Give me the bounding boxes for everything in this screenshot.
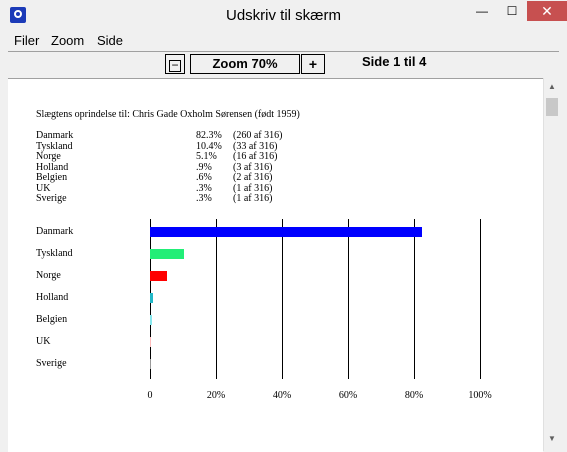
zoom-level-display: Zoom 70%: [190, 54, 300, 74]
stat-country: Norge: [36, 151, 61, 162]
category-label: UK: [36, 336, 51, 347]
menu-side[interactable]: Side: [97, 33, 123, 48]
menu-bar: Filer Zoom Side: [0, 31, 567, 51]
x-tick-label: 20%: [206, 390, 226, 401]
scroll-down-icon[interactable]: ▼: [544, 434, 560, 443]
gridline: [348, 219, 349, 379]
close-button[interactable]: ✕: [527, 1, 567, 21]
stat-country: Sverige: [36, 193, 67, 204]
stat-percent: .6%: [196, 172, 212, 183]
bar: [150, 227, 422, 237]
stat-percent: 82.3%: [196, 130, 222, 141]
origin-bar-chart: 0 20% 40% 60% 80% 100% Danmark Tyskland Norge Hol…: [8, 219, 543, 419]
bar: [150, 271, 167, 281]
scroll-thumb[interactable]: [546, 98, 558, 116]
gridline: [216, 219, 217, 379]
category-label: Belgien: [36, 314, 68, 325]
x-tick-label: 60%: [338, 390, 358, 401]
scroll-up-icon[interactable]: ▲: [544, 82, 560, 91]
category-label: Norge: [36, 270, 61, 281]
zoom-out-icon: −: [169, 59, 181, 72]
stat-percent: 5.1%: [196, 151, 217, 162]
zoom-out-button[interactable]: −: [165, 54, 185, 74]
bar: [150, 337, 151, 347]
document-heading: Slægtens oprindelse til: Chris Gade Oxho…: [36, 109, 300, 120]
category-label: Holland: [36, 292, 69, 303]
page-indicator: Side 1 til 4: [362, 54, 427, 69]
gridline: [480, 219, 481, 379]
maximize-button[interactable]: ☐: [498, 1, 526, 21]
bar: [150, 315, 152, 325]
title-bar: Udskriv til skærm — ☐ ✕: [0, 0, 567, 31]
x-tick-label: 40%: [272, 390, 292, 401]
gridline: [414, 219, 415, 379]
stat-count: (16 af 316): [233, 151, 278, 162]
menu-zoom[interactable]: Zoom: [51, 33, 84, 48]
category-label: Tyskland: [36, 248, 73, 259]
toolbar: − Zoom 70% + Side 1 til 4: [8, 51, 559, 79]
stat-count: (260 af 316): [233, 130, 283, 141]
minimize-button[interactable]: —: [468, 1, 496, 21]
category-label: Sverige: [36, 358, 67, 369]
zoom-in-button[interactable]: +: [301, 54, 325, 74]
menu-filer[interactable]: Filer: [14, 33, 39, 48]
x-tick-label: 0: [147, 390, 153, 401]
stat-percent: .3%: [196, 193, 212, 204]
bar: [150, 293, 153, 303]
stat-count: (2 af 316): [233, 172, 273, 183]
stat-country: Danmark: [36, 130, 74, 141]
gridline: [282, 219, 283, 379]
bar: [150, 359, 151, 369]
stat-count: (1 af 316): [233, 193, 273, 204]
category-label: Danmark: [36, 226, 74, 237]
bar: [150, 249, 185, 259]
x-tick-label: 80%: [404, 390, 424, 401]
document-view: Slægtens oprindelse til: Chris Gade Oxho…: [8, 78, 543, 452]
stat-country: Belgien: [36, 172, 68, 183]
vertical-scrollbar[interactable]: ▲ ▼: [543, 78, 560, 451]
x-tick-label: 100%: [468, 390, 492, 401]
